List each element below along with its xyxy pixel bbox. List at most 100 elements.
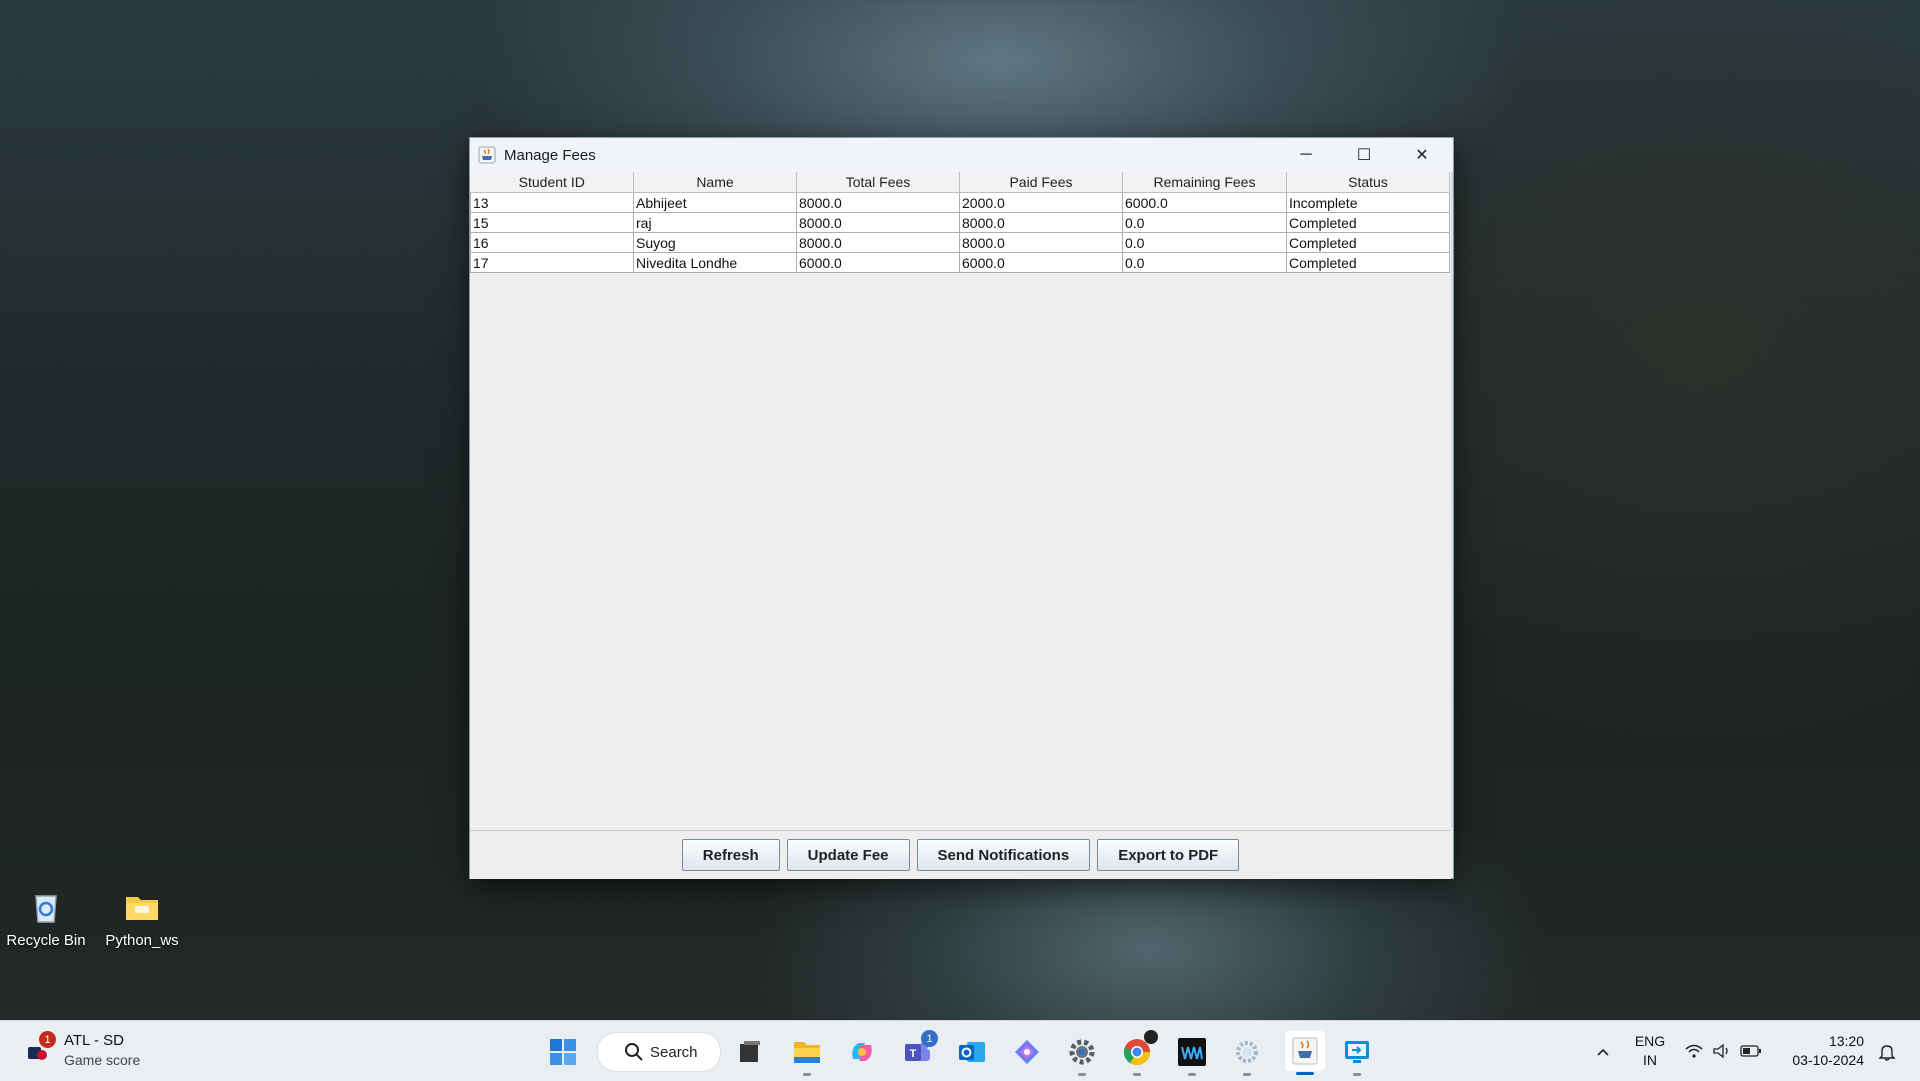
table-row[interactable]: 15 raj 8000.0 8000.0 0.0 Completed xyxy=(470,212,1450,233)
table-row[interactable]: 16 Suyog 8000.0 8000.0 0.0 Completed xyxy=(470,232,1450,253)
search-icon xyxy=(625,1043,643,1061)
widget-subtitle: Game score xyxy=(64,1052,141,1068)
running-indicator xyxy=(1078,1073,1086,1076)
outlook-icon xyxy=(959,1042,985,1062)
language-region: IN xyxy=(1643,1052,1657,1068)
column-header-student-id[interactable]: Student ID xyxy=(470,172,634,193)
close-button[interactable]: ✕ xyxy=(1393,138,1451,172)
title-bar[interactable]: Manage Fees ─ ☐ ✕ xyxy=(470,138,1453,172)
minimize-icon: ─ xyxy=(1300,146,1312,163)
column-header-paid-fees[interactable]: Paid Fees xyxy=(959,172,1123,193)
cell-student-id[interactable]: 15 xyxy=(470,212,634,233)
column-header-total-fees[interactable]: Total Fees xyxy=(796,172,960,193)
clock[interactable]: 13:20 03-10-2024 xyxy=(1780,1032,1864,1072)
fees-table-scrollpane[interactable]: Student ID Name Total Fees Paid Fees Rem… xyxy=(470,172,1453,828)
column-header-name[interactable]: Name xyxy=(633,172,797,193)
active-indicator xyxy=(1296,1072,1314,1075)
window-title: Manage Fees xyxy=(504,146,596,164)
cell-student-id[interactable]: 13 xyxy=(470,192,634,213)
cell-status[interactable]: Completed xyxy=(1286,252,1450,273)
task-view-icon xyxy=(740,1041,760,1062)
desktop-icon-label: Python_ws xyxy=(105,932,179,949)
file-explorer-icon xyxy=(794,1042,820,1063)
cell-total-fees[interactable]: 8000.0 xyxy=(796,212,960,233)
settings-icon xyxy=(1069,1039,1095,1065)
column-header-status[interactable]: Status xyxy=(1286,172,1450,193)
cell-name[interactable]: Abhijeet xyxy=(633,192,797,213)
cell-remaining-fees[interactable]: 0.0 xyxy=(1122,212,1287,233)
cell-status[interactable]: Completed xyxy=(1286,212,1450,233)
cell-total-fees[interactable]: 8000.0 xyxy=(796,192,960,213)
column-header-remaining-fees[interactable]: Remaining Fees xyxy=(1122,172,1287,193)
button-panel: Refresh Update Fee Send Notifications Ex… xyxy=(470,830,1451,879)
table-row[interactable]: 13 Abhijeet 8000.0 2000.0 6000.0 Incompl… xyxy=(470,192,1450,213)
recycle-bin-icon xyxy=(27,888,65,926)
cell-paid-fees[interactable]: 8000.0 xyxy=(959,212,1123,233)
clock-time: 13:20 xyxy=(1828,1033,1864,1049)
language-indicator[interactable]: ENG IN xyxy=(1628,1032,1672,1072)
cell-student-id[interactable]: 17 xyxy=(470,252,634,273)
wifi-icon xyxy=(1685,1044,1703,1058)
photos-button[interactable] xyxy=(1010,1035,1044,1069)
desktop-icon-label: Recycle Bin xyxy=(6,932,86,949)
cell-total-fees[interactable]: 6000.0 xyxy=(796,252,960,273)
java-app-button[interactable] xyxy=(1285,1031,1325,1075)
maximize-button[interactable]: ☐ xyxy=(1335,138,1393,172)
settings-button[interactable] xyxy=(1065,1035,1099,1076)
chrome-button[interactable] xyxy=(1120,1030,1158,1076)
battery-icon xyxy=(1740,1045,1761,1057)
chrome-badge xyxy=(1144,1030,1158,1044)
export-to-pdf-button[interactable]: Export to PDF xyxy=(1097,839,1240,871)
fees-table[interactable]: Student ID Name Total Fees Paid Fees Rem… xyxy=(470,172,1450,273)
waveform-app-icon xyxy=(1178,1038,1206,1066)
cell-remaining-fees[interactable]: 0.0 xyxy=(1122,252,1287,273)
update-fee-button[interactable]: Update Fee xyxy=(786,839,910,871)
cell-remaining-fees[interactable]: 0.0 xyxy=(1122,232,1287,253)
cell-status[interactable]: Incomplete xyxy=(1286,192,1450,213)
copilot-icon xyxy=(852,1043,872,1061)
minimize-button[interactable]: ─ xyxy=(1277,138,1335,172)
sports-icon: 1 xyxy=(26,1031,56,1063)
taskbar-search[interactable]: Search xyxy=(597,1032,721,1072)
taskbar: 1 ATL - SD Game score Search T 1 ENG IN … xyxy=(0,1020,1920,1081)
teams-button[interactable]: T 1 xyxy=(900,1030,938,1069)
java-icon xyxy=(478,146,496,164)
cell-paid-fees[interactable]: 6000.0 xyxy=(959,252,1123,273)
refresh-button[interactable]: Refresh xyxy=(681,839,780,871)
cell-name[interactable]: Suyog xyxy=(633,232,797,253)
cell-paid-fees[interactable]: 8000.0 xyxy=(959,232,1123,253)
running-indicator xyxy=(1133,1073,1141,1076)
cell-paid-fees[interactable]: 2000.0 xyxy=(959,192,1123,213)
task-view-button[interactable] xyxy=(733,1035,767,1069)
file-explorer-button[interactable] xyxy=(790,1035,824,1076)
table-header-row: Student ID Name Total Fees Paid Fees Rem… xyxy=(470,172,1450,193)
show-hidden-icons-button[interactable] xyxy=(1586,1035,1620,1069)
cell-student-id[interactable]: 16 xyxy=(470,232,634,253)
remote-app-button[interactable] xyxy=(1340,1035,1374,1076)
outlook-button[interactable] xyxy=(955,1035,989,1069)
cell-name[interactable]: Nivedita Londhe xyxy=(633,252,797,273)
start-icon xyxy=(550,1039,576,1065)
start-button[interactable] xyxy=(546,1035,580,1069)
table-row[interactable]: 17 Nivedita Londhe 6000.0 6000.0 0.0 Com… xyxy=(470,252,1450,273)
svg-text:T: T xyxy=(910,1048,917,1060)
system-tray-status[interactable] xyxy=(1684,1037,1764,1065)
running-indicator xyxy=(1243,1073,1251,1076)
desktop-icon-python-ws[interactable]: Python_ws xyxy=(96,888,188,949)
cell-total-fees[interactable]: 8000.0 xyxy=(796,232,960,253)
cell-remaining-fees[interactable]: 6000.0 xyxy=(1122,192,1287,213)
running-indicator xyxy=(1188,1073,1196,1076)
gear-app-icon xyxy=(1236,1041,1258,1063)
cell-name[interactable]: raj xyxy=(633,212,797,233)
search-label: Search xyxy=(650,1043,698,1061)
notifications-button[interactable] xyxy=(1870,1035,1904,1069)
folder-icon xyxy=(123,888,161,926)
waveform-app-button[interactable] xyxy=(1175,1035,1209,1076)
widgets-button[interactable]: 1 ATL - SD Game score xyxy=(22,1029,182,1073)
send-notifications-button[interactable]: Send Notifications xyxy=(916,839,1091,871)
running-indicator xyxy=(803,1073,811,1076)
gear-app-button[interactable] xyxy=(1230,1035,1264,1076)
copilot-button[interactable] xyxy=(845,1035,879,1069)
desktop-icon-recycle-bin[interactable]: Recycle Bin xyxy=(0,888,92,949)
cell-status[interactable]: Completed xyxy=(1286,232,1450,253)
